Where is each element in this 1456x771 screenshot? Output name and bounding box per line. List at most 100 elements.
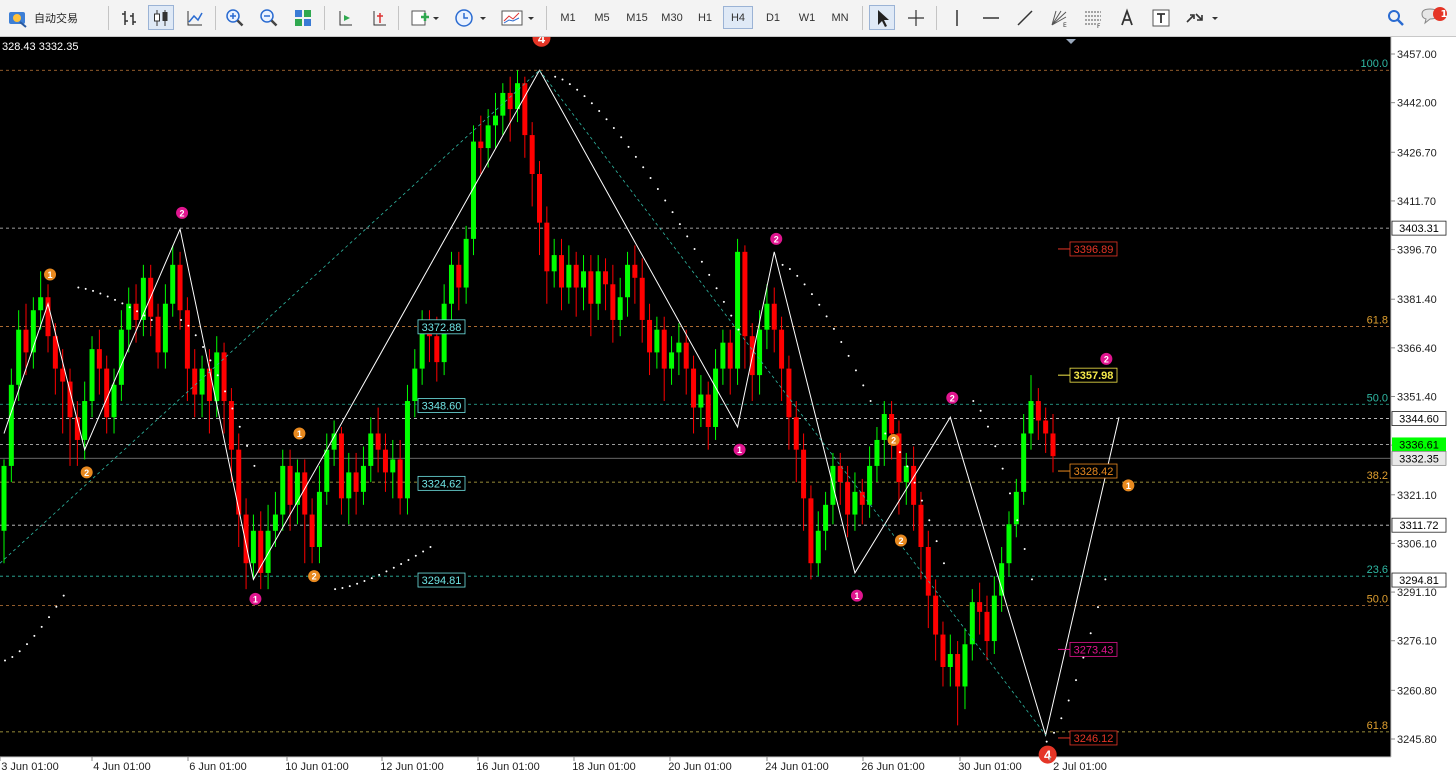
sar-dot [224,390,227,393]
price-chart[interactable]: 100.0 61.8 50.0 38.2 23.6 50.0 61.8 4 2 1 2 1 1 2 2 1 2 1… [0,37,1456,771]
candle-body [977,602,983,612]
text-button[interactable] [1114,5,1140,30]
sar-dot [671,211,674,214]
candle-body [184,310,190,369]
search-button[interactable] [1384,5,1408,30]
tile-windows-button[interactable] [290,5,316,30]
sar-dot [1053,731,1055,734]
sar-dot [136,310,139,313]
candle-body [566,264,572,288]
sar-dot [627,145,630,148]
timeframe-m30[interactable]: M30 [655,6,689,29]
new-indicator-button[interactable] [406,5,442,30]
cursor-button[interactable] [869,5,895,30]
autotrade-button[interactable]: 自动交易 [6,5,100,30]
candle-body [764,303,770,330]
chart-shift-button[interactable] [366,5,392,30]
sar-dot [106,295,109,298]
timeframe-d1[interactable]: D1 [758,6,788,29]
gann-button[interactable]: E [1046,5,1072,30]
sar-dot [1008,492,1011,495]
candle-body [118,329,124,385]
candle-body [801,449,807,499]
candle-body [419,329,425,369]
sar-dot [407,558,410,561]
bid-price-tag-text: 3332.35 [1399,453,1439,465]
timeframe-mn[interactable]: MN [825,6,855,29]
timeframe-m15[interactable]: M15 [620,6,654,29]
trendline-button[interactable] [1012,5,1038,30]
sar-dot [590,102,593,105]
x-tick-label: 2 Jul 01:00 [1053,761,1107,771]
candle-body [514,83,520,110]
sar-dot [1023,548,1026,551]
y-tick-label: 3442.00 [1397,98,1437,110]
sar-dot [634,155,637,158]
crosshair-button[interactable] [903,5,929,30]
templates-button[interactable] [498,5,538,30]
sar-dot [722,300,725,303]
candle-body [947,654,953,667]
sar-dot [114,298,117,301]
sar-dot [150,318,153,321]
x-tick-label: 26 Jun 01:00 [861,761,925,771]
fib-level-label: 50.0 [1367,392,1388,404]
chart-shift-icon [373,10,386,25]
wave-marker-label: 2 [1104,354,1109,364]
y-tick-label: 3426.70 [1397,147,1437,159]
timeframe-m1[interactable]: M1 [553,6,583,29]
level-price-tag-text: 3311.72 [1400,520,1439,532]
candle-body [742,251,748,337]
zoom-in-button[interactable] [222,5,248,30]
candlestick-button[interactable] [148,5,174,30]
bar-chart-button[interactable] [116,5,142,30]
text-icon [1121,7,1133,25]
sar-dot [1016,519,1019,522]
candle-body [588,271,594,304]
autoscroll-icon [339,10,352,25]
timeframe-w1[interactable]: W1 [792,6,822,29]
y-tick-label: 3396.70 [1397,245,1437,257]
timeframe-h1[interactable]: H1 [690,6,720,29]
x-tick-label: 30 Jun 01:00 [958,761,1022,771]
sar-dot [730,314,733,317]
candle-body [757,329,763,376]
sar-dot [656,188,659,191]
timeframe-m5[interactable]: M5 [587,6,617,29]
sar-dot [209,359,212,362]
candle-body [581,271,587,288]
sar-dot [935,540,938,543]
fib-level-label: 61.8 [1367,720,1388,732]
level-price-tag-text: 3403.31 [1399,223,1439,235]
candle-body [265,530,271,573]
sar-dot [678,223,681,226]
candle-body [368,433,374,466]
fibonacci-button[interactable]: F [1080,5,1106,30]
vertical-line-button[interactable] [944,5,970,30]
x-tick-label: 3 Jun 01:00 [1,761,59,771]
line-chart-button[interactable] [182,5,208,30]
candle-body [903,465,909,483]
candle-body [177,264,183,311]
sar-dot [715,287,718,290]
sar-dot [1030,578,1033,581]
sar-dot [700,260,703,263]
horizontal-line-button[interactable] [978,5,1004,30]
candle-body [639,277,645,320]
candle-body [280,465,286,515]
periodicity-button[interactable] [452,5,490,30]
arrows-button[interactable] [1182,5,1222,30]
notifications-button[interactable]: 1 [1416,5,1450,30]
sar-dot [341,586,344,589]
text-label-button[interactable] [1148,5,1174,30]
candle-body [522,83,528,136]
zoom-out-button[interactable] [256,5,282,30]
timeframe-h4[interactable]: H4 [723,6,753,29]
sar-dot [1104,578,1107,581]
sar-dot [649,176,652,179]
sar-dot [26,643,29,646]
sar-dot [686,235,689,238]
crosshair-icon [908,9,924,26]
sar-dot [847,354,850,357]
autoscroll-button[interactable] [332,5,358,30]
